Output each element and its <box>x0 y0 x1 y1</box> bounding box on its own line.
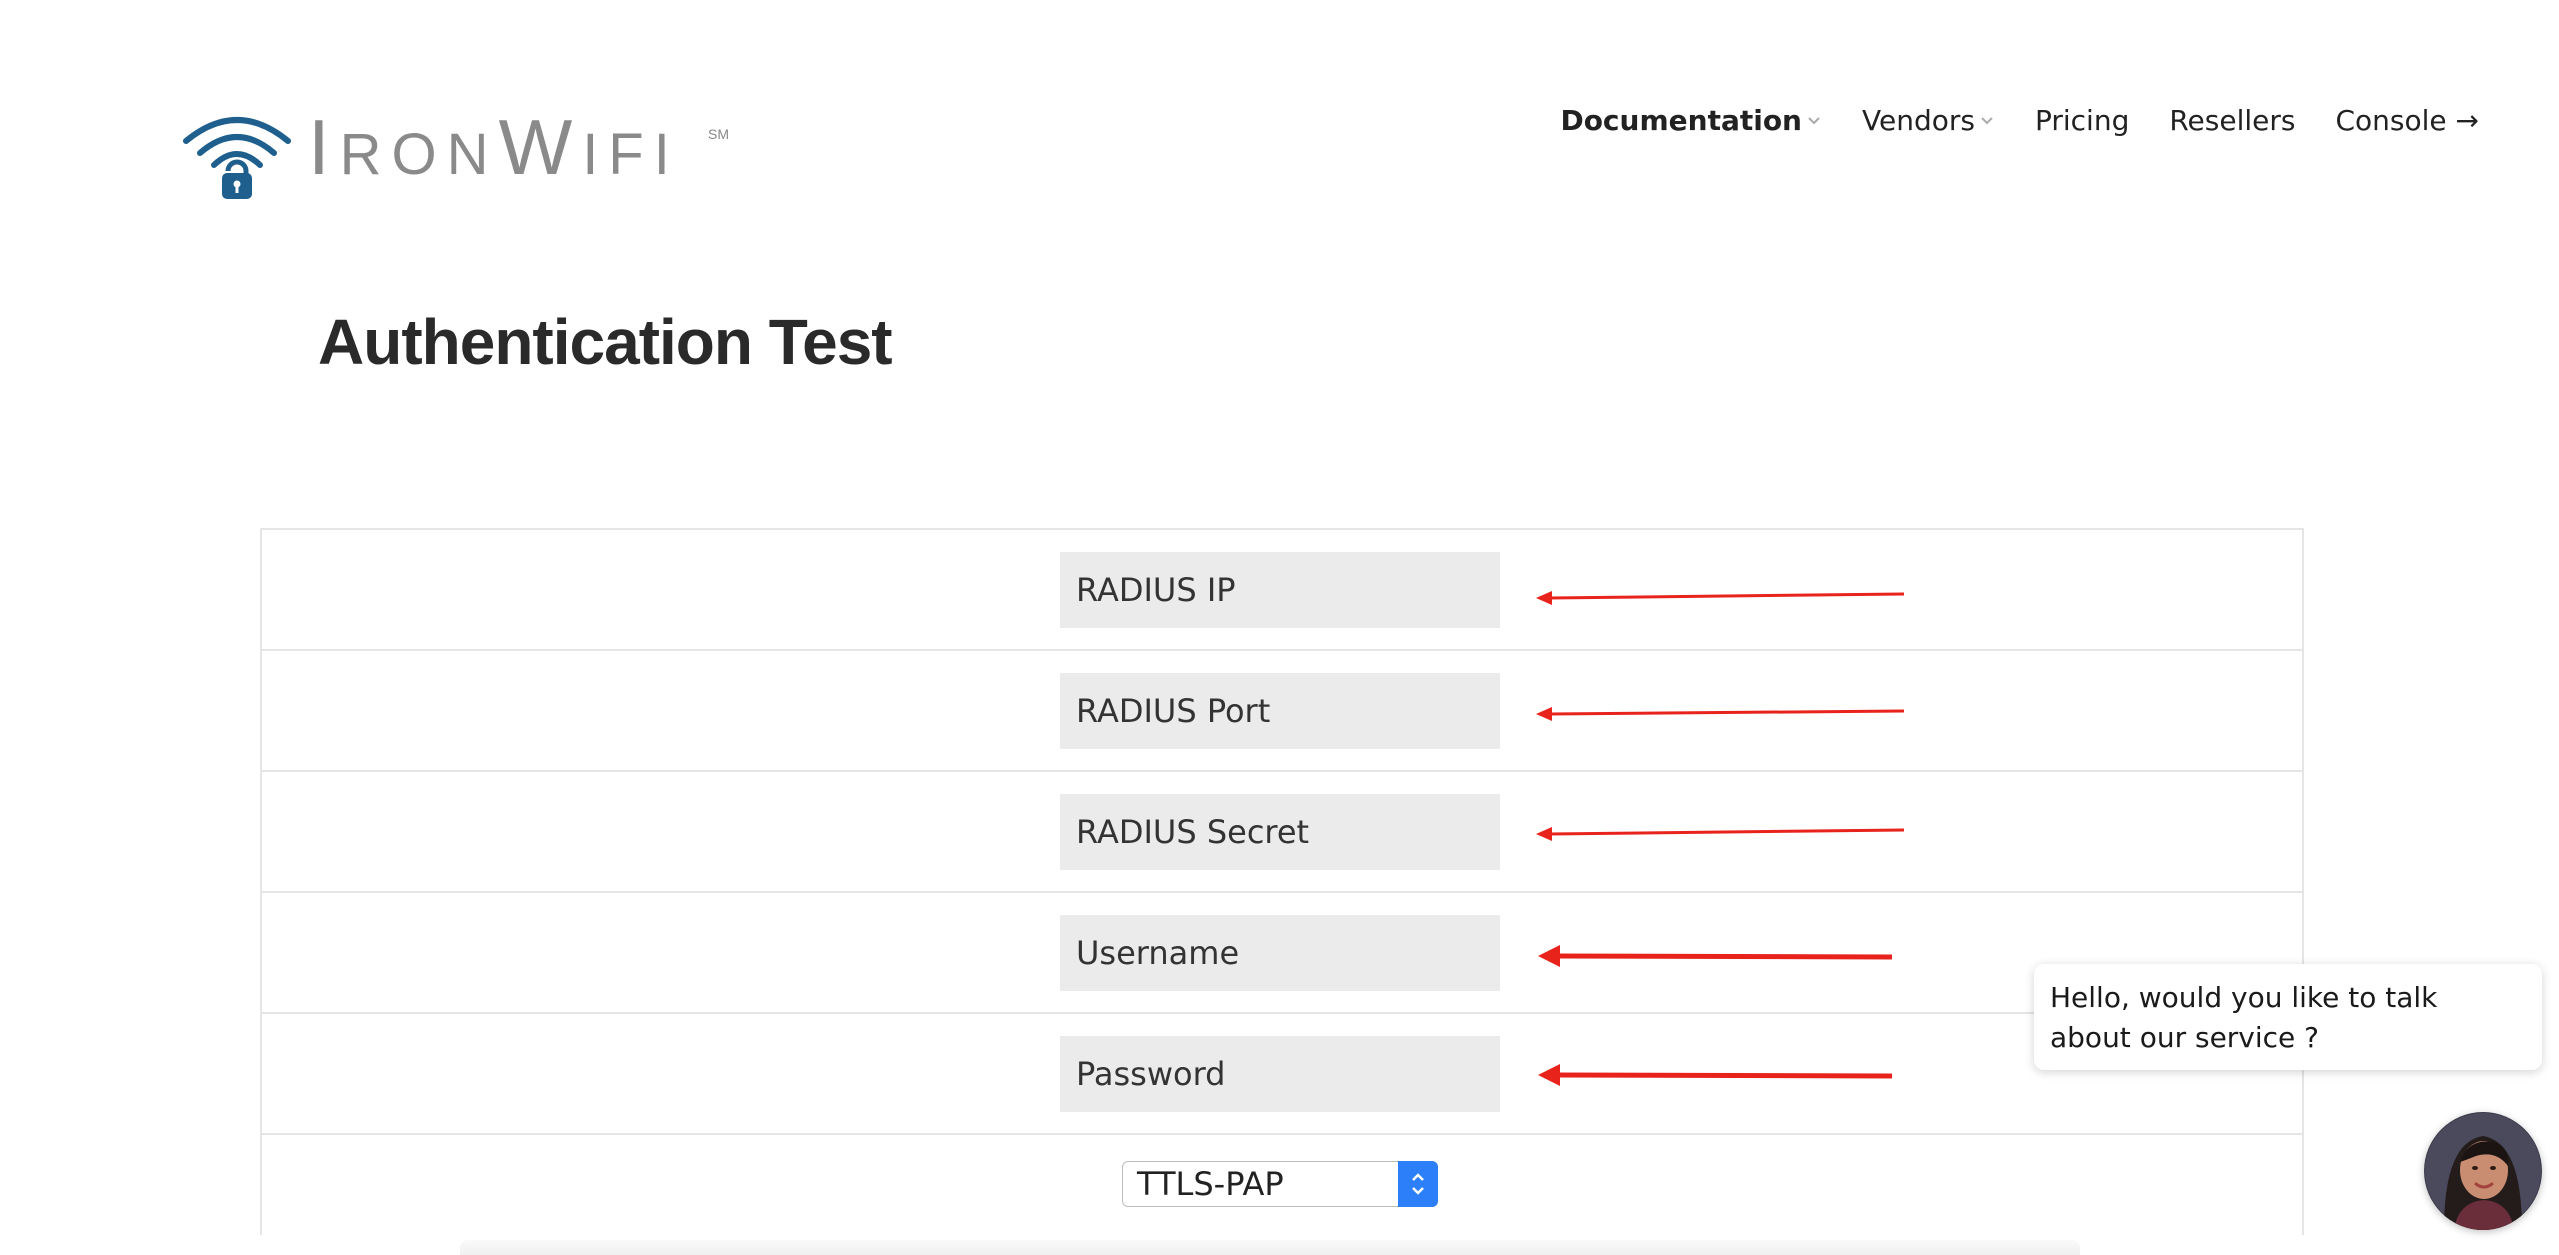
password-input[interactable] <box>1060 1036 1500 1112</box>
red-arrow-left-icon <box>1536 707 1905 721</box>
form-row-password <box>262 1014 2302 1135</box>
nav-pricing-label: Pricing <box>2034 104 2130 137</box>
ironwifi-logo[interactable]: IRONWIFI SM <box>182 98 742 208</box>
main-nav: Documentation Vendors Pricing Resellers … <box>1560 104 2479 137</box>
up-down-chevron-icon[interactable] <box>1398 1160 1438 1207</box>
agent-avatar-icon <box>2424 1112 2542 1230</box>
nav-vendors-label: Vendors <box>1862 104 1975 137</box>
chevron-down-icon <box>1981 116 1993 124</box>
nav-console[interactable]: Console → <box>2335 104 2479 137</box>
wifi-lock-icon <box>183 117 291 199</box>
red-arrow-left-icon <box>1538 1064 1893 1086</box>
radius-ip-input[interactable] <box>1060 552 1500 628</box>
red-arrow-left-icon <box>1538 945 1893 967</box>
nav-resellers[interactable]: Resellers <box>2169 104 2295 137</box>
nav-resellers-label: Resellers <box>2169 104 2296 137</box>
chevron-down-icon <box>1808 116 1820 124</box>
form-row-radius-port <box>262 651 2302 772</box>
form-row-method: TTLS-PAP <box>262 1135 2302 1235</box>
chat-agent-avatar[interactable] <box>2424 1112 2542 1230</box>
chat-message: Hello, would you like to talk about our … <box>2050 981 2438 1054</box>
form-row-username <box>262 893 2302 1014</box>
form-row-radius-ip <box>262 530 2302 651</box>
red-arrow-left-icon <box>1536 827 1905 841</box>
nav-pricing[interactable]: Pricing <box>2035 104 2129 137</box>
radius-secret-input[interactable] <box>1060 794 1500 870</box>
service-mark: SM <box>708 126 729 142</box>
form-row-radius-secret <box>262 772 2302 893</box>
nav-console-label: Console → <box>2335 104 2479 137</box>
radius-port-input[interactable] <box>1060 673 1500 749</box>
bottom-panel-edge <box>460 1240 2080 1255</box>
page-title: Authentication Test <box>318 306 893 378</box>
red-arrow-left-icon <box>1536 591 1905 605</box>
auth-test-form: TTLS-PAP <box>260 528 2304 1235</box>
nav-vendors[interactable]: Vendors <box>1862 104 1995 137</box>
username-input[interactable] <box>1060 915 1500 991</box>
page: IRONWIFI SM Documentation Vendors Pricin… <box>0 0 2559 1255</box>
brand-wordmark: IRONWIFI <box>308 103 680 191</box>
nav-documentation-label: Documentation <box>1560 104 1802 137</box>
nav-documentation[interactable]: Documentation <box>1560 104 1822 137</box>
auth-method-value: TTLS-PAP <box>1137 1165 1284 1203</box>
auth-method-select[interactable]: TTLS-PAP <box>1122 1160 1438 1207</box>
chat-greeting-bubble[interactable]: Hello, would you like to talk about our … <box>2034 964 2542 1070</box>
